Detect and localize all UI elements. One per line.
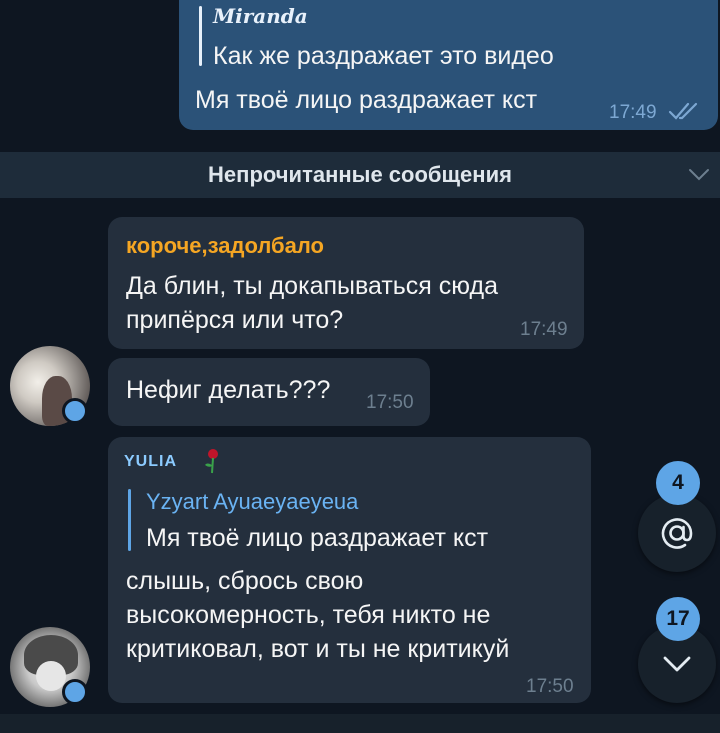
message-text-line: высокомерность, тебя никто не <box>126 601 491 629</box>
message-time: 17:50 <box>366 392 414 413</box>
reply-text: Мя твоё лицо раздражает кст <box>146 524 489 552</box>
avatar[interactable] <box>10 627 90 707</box>
mentions-count-badge: 4 <box>656 461 700 505</box>
avatar[interactable] <box>10 346 90 426</box>
message-time: 17:49 <box>609 102 657 123</box>
unread-count-badge: 17 <box>656 597 700 641</box>
rose-icon <box>205 449 218 474</box>
at-icon <box>661 518 693 549</box>
message-text: Мя твоё лицо раздражает кст <box>195 86 538 114</box>
unread-messages-label: Непрочитанные сообщения <box>208 162 512 187</box>
reply-quote-bar <box>128 489 131 551</box>
message-time: 17:50 <box>526 676 574 697</box>
reply-text: Как же раздражает это видео <box>213 42 554 70</box>
sender-name[interactable]: YULIA <box>124 453 177 471</box>
double-check-icon <box>668 102 698 120</box>
outgoing-message[interactable]: Miranda Как же раздражает это видео Мя т… <box>179 0 718 130</box>
reply-quote-bar <box>199 6 202 66</box>
incoming-message[interactable]: короче,задолбало Да блин, ты докапыватьс… <box>108 217 584 349</box>
message-text-line: критиковал, вот и ты не критикуй <box>126 635 510 663</box>
chevron-down-icon[interactable] <box>688 168 710 182</box>
message-text-line: слышь, сбрось свою <box>126 567 364 595</box>
online-status-dot <box>62 679 88 705</box>
unread-messages-divider: Непрочитанные сообщения <box>0 152 720 198</box>
reply-author: Miranda <box>213 4 308 28</box>
incoming-message[interactable]: Нефиг делать??? 17:50 <box>108 358 430 426</box>
sender-name[interactable]: короче,задолбало <box>126 233 324 259</box>
message-text-line: Да блин, ты докапываться сюда <box>126 272 498 300</box>
message-text: Нефиг делать??? <box>126 376 331 404</box>
message-time: 17:49 <box>520 319 568 340</box>
composer-edge <box>0 714 720 733</box>
reply-author: Yzyart Ayuaeyaeyeua <box>146 489 359 514</box>
incoming-message[interactable]: YULIA Yzyart Ayuaeyaeyeua Мя твоё лицо р… <box>108 437 591 703</box>
online-status-dot <box>62 398 88 424</box>
chevron-down-icon <box>663 656 691 672</box>
mentions-button[interactable] <box>638 494 716 572</box>
message-text-line: припёрся или что? <box>126 306 344 334</box>
